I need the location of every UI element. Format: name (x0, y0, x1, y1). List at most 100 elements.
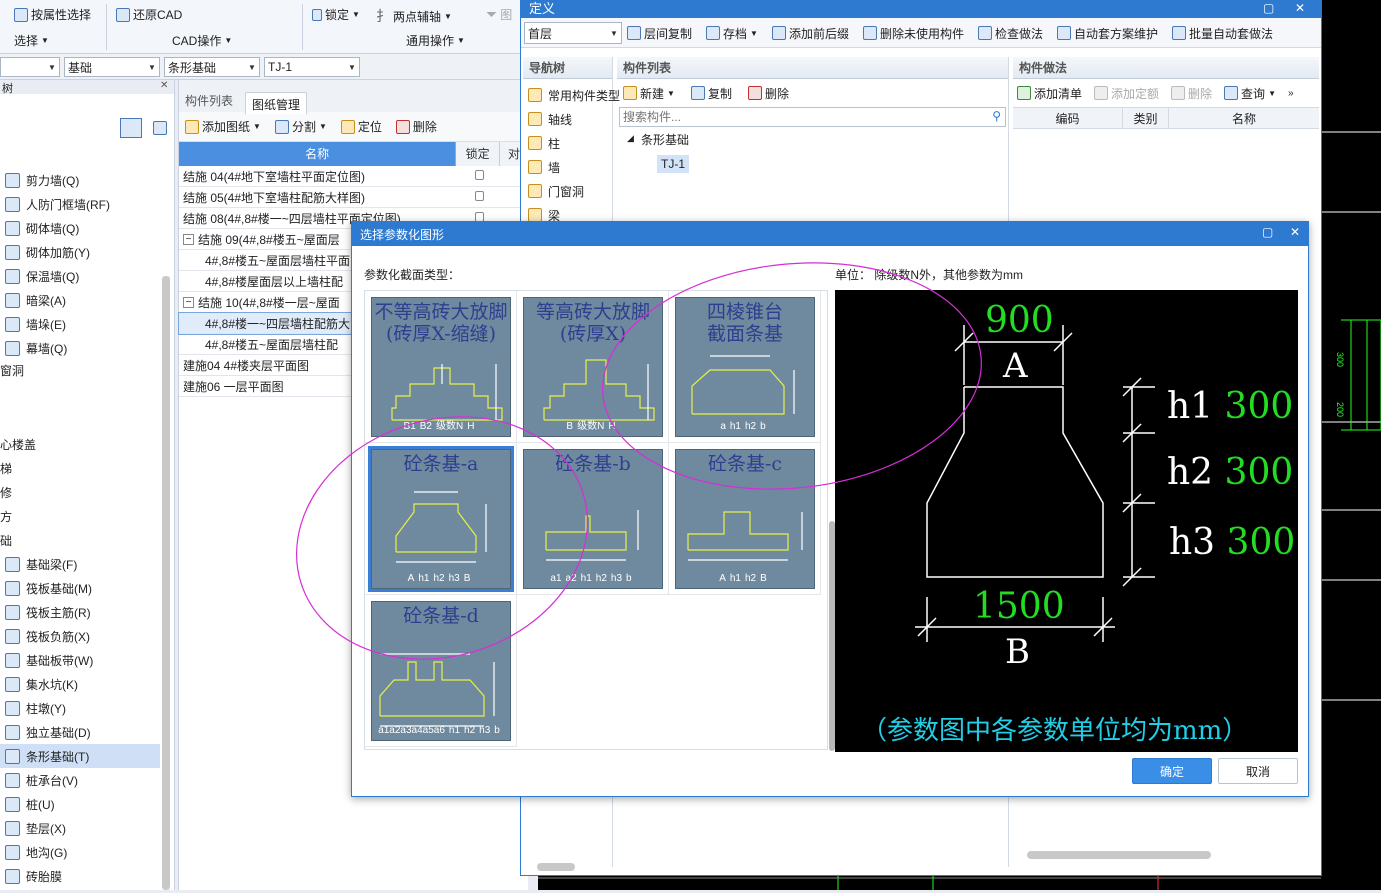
nav-tree-item[interactable]: 常用构件类型 (523, 83, 620, 107)
scrollbar-thumb[interactable] (162, 276, 170, 890)
select-group-label[interactable]: 选择 ▼ (14, 32, 49, 49)
sidebar-item[interactable]: 剪力墙(Q) (0, 168, 160, 192)
shape-thumbnail[interactable]: 砼条基-b a1 a2 h1 h2 h3 b (523, 449, 663, 589)
group-label-earthwork[interactable]: 方 (0, 508, 12, 525)
lock-button[interactable]: 锁定 ▼ (312, 6, 360, 23)
group-label-decoration[interactable]: 修 (0, 484, 12, 501)
detail-view-toggle[interactable] (150, 118, 170, 138)
shape-thumbnail[interactable]: 不等高砖大放脚 (砖厚X-缩缝) B1 B2 级数N H (371, 297, 511, 437)
tree-node-strip-foundation[interactable]: 条形基础 (641, 131, 689, 148)
locate-button[interactable]: 定位 (340, 118, 382, 135)
shape-thumbnail[interactable]: 砼条基-c Ah1 h2 B (675, 449, 815, 589)
add-list-button[interactable]: 添加清单 (1017, 85, 1082, 102)
shape-thumbnail[interactable]: 等高砖大放脚 (砖厚X) B 级数N H (523, 297, 663, 437)
split-button[interactable]: 分割 ▼ (274, 118, 327, 135)
sidebar-item[interactable]: 集水坑(K) (0, 672, 160, 696)
sidebar-item[interactable]: 条形基础(T) (0, 744, 160, 768)
column-code[interactable]: 编码 (1013, 108, 1123, 128)
floor-select[interactable]: 首层 ▼ (524, 22, 622, 44)
group-label-floor[interactable]: 心楼盖 (0, 436, 36, 453)
general-ops-group-label[interactable]: 通用操作 ▼ (406, 32, 465, 49)
delete-drawing-button[interactable]: 删除 (395, 118, 437, 135)
define-toolbar-button[interactable]: 自动套方案维护 (1057, 25, 1158, 42)
list-view-toggle[interactable] (120, 118, 142, 138)
more-icon[interactable]: » (1288, 88, 1294, 99)
copy-component-button[interactable]: 复制 (690, 85, 732, 102)
define-toolbar-button[interactable]: 删除未使用构件 (862, 25, 964, 42)
lock-cell[interactable] (457, 169, 501, 183)
maximize-icon[interactable]: ▢ (1263, 1, 1274, 15)
collapse-toggle-icon[interactable]: − (183, 233, 194, 245)
sidebar-item[interactable]: 基础梁(F) (0, 552, 160, 576)
sidebar-item[interactable]: 柱墩(Y) (0, 696, 160, 720)
sidebar-item[interactable]: 墙垛(E) (0, 312, 160, 336)
sidebar-item[interactable]: 独立基础(D) (0, 720, 160, 744)
table-row[interactable]: 结施 04(4#地下室墙柱平面定位图) (179, 166, 528, 187)
close-icon[interactable]: ✕ (1295, 1, 1305, 15)
filter-combo-1[interactable]: ▼ (0, 57, 60, 77)
query-button[interactable]: 查询 ▼ (1224, 85, 1276, 102)
sidebar-item[interactable]: 桩(U) (0, 792, 160, 816)
method-h-scrollbar[interactable] (1027, 851, 1211, 859)
ok-button[interactable]: 确定 (1132, 758, 1212, 784)
column-category[interactable]: 类别 (1123, 108, 1169, 128)
group-label-window[interactable]: 窗洞 (0, 362, 24, 379)
shape-thumbnail[interactable]: 砼条基-d a1a2a3a4a5a6 h1 h2 h3 b (371, 601, 511, 741)
shape-cell[interactable]: 砼条基-a Ah1 h2 h3 B (365, 443, 517, 595)
lock-cell[interactable] (457, 190, 501, 204)
nav-tree-item[interactable]: 柱 (523, 131, 612, 155)
sidebar-item[interactable]: 筏板主筋(R) (0, 600, 160, 624)
shape-cell[interactable]: 砼条基-c Ah1 h2 B (669, 443, 821, 595)
sidebar-item[interactable]: 垫层(X) (0, 816, 160, 840)
shape-cell[interactable]: 不等高砖大放脚 (砖厚X-缩缝) B1 B2 级数N H (365, 291, 517, 443)
add-drawing-button[interactable]: 添加图纸 ▼ (185, 118, 261, 135)
two-point-axis-button[interactable]: ⺘ 两点辅轴 ▼ (376, 6, 452, 26)
sidebar-item[interactable]: 桩承台(V) (0, 768, 160, 792)
column-name[interactable]: 名称 (179, 142, 457, 166)
left-nav-scrollbar[interactable] (162, 276, 170, 890)
group-label-foundation[interactable]: 础 (0, 532, 12, 549)
filter-button[interactable]: ⏷ 图 (486, 6, 512, 23)
table-row[interactable]: 结施 05(4#地下室墙柱配筋大样图) (179, 187, 528, 208)
restore-cad-button[interactable]: 还原CAD (116, 6, 182, 23)
sidebar-item[interactable]: 筏板负筋(X) (0, 624, 160, 648)
nav-tree-item[interactable]: 墙 (523, 155, 612, 179)
nav-tree-item[interactable]: 轴线 (523, 107, 612, 131)
sidebar-item[interactable]: 筏板基础(M) (0, 576, 160, 600)
shape-cell[interactable]: 砼条基-d a1a2a3a4a5a6 h1 h2 h3 b (365, 595, 517, 747)
filter-combo-component[interactable]: TJ-1 ▼ (264, 57, 360, 77)
define-toolbar-button[interactable]: 存档 ▼ (706, 25, 758, 42)
sidebar-item[interactable]: 幕墙(Q) (0, 336, 160, 360)
sidebar-item[interactable]: 砖胎膜 (0, 864, 160, 888)
sidebar-item[interactable]: 基础板带(W) (0, 648, 160, 672)
close-icon[interactable]: ✕ (160, 80, 168, 91)
define-toolbar-button[interactable]: 添加前后缀 (771, 25, 849, 42)
define-toolbar-button[interactable]: 层间复制 (627, 25, 692, 42)
shape-cell[interactable]: 四棱锥台 截面条基 a h1 h2 b (669, 291, 821, 443)
filter-combo-type[interactable]: 条形基础 ▼ (164, 57, 260, 77)
delete-method-button[interactable]: 删除 (1171, 85, 1212, 102)
search-input[interactable] (620, 108, 980, 126)
cancel-button[interactable]: 取消 (1218, 758, 1298, 784)
add-quota-button[interactable]: 添加定额 (1094, 85, 1159, 102)
sidebar-item[interactable]: 暗梁(A) (0, 288, 160, 312)
shape-cell[interactable]: 等高砖大放脚 (砖厚X) B 级数N H (517, 291, 669, 443)
column-lock[interactable]: 锁定 (456, 142, 501, 166)
tab-component-list[interactable]: 构件列表 (185, 92, 233, 109)
cad-ops-group-label[interactable]: CAD操作 ▼ (172, 32, 232, 49)
new-component-button[interactable]: 新建 ▼ (623, 85, 675, 102)
collapse-icon[interactable]: ◢ (627, 133, 634, 144)
sidebar-item[interactable]: 地沟(G) (0, 840, 160, 864)
shape-cell[interactable]: 砼条基-b a1 a2 h1 h2 h3 b (517, 443, 669, 595)
group-label-stair[interactable]: 梯 (0, 460, 12, 477)
define-toolbar-button[interactable]: 批量自动套做法 (1172, 25, 1273, 42)
nav-h-scrollbar[interactable] (537, 863, 575, 871)
maximize-icon[interactable]: ▢ (1262, 225, 1273, 239)
shape-thumbnail[interactable]: 砼条基-a Ah1 h2 h3 B (368, 446, 514, 592)
shape-thumbnail[interactable]: 四棱锥台 截面条基 a h1 h2 b (675, 297, 815, 437)
cad-canvas-right[interactable]: 300 200 (1321, 0, 1381, 890)
sidebar-item[interactable]: 人防门框墙(RF) (0, 192, 160, 216)
sidebar-item[interactable]: 砌体墙(Q) (0, 216, 160, 240)
nav-tree-item[interactable]: 门窗洞 (523, 179, 612, 203)
close-icon[interactable]: ✕ (1290, 225, 1300, 239)
